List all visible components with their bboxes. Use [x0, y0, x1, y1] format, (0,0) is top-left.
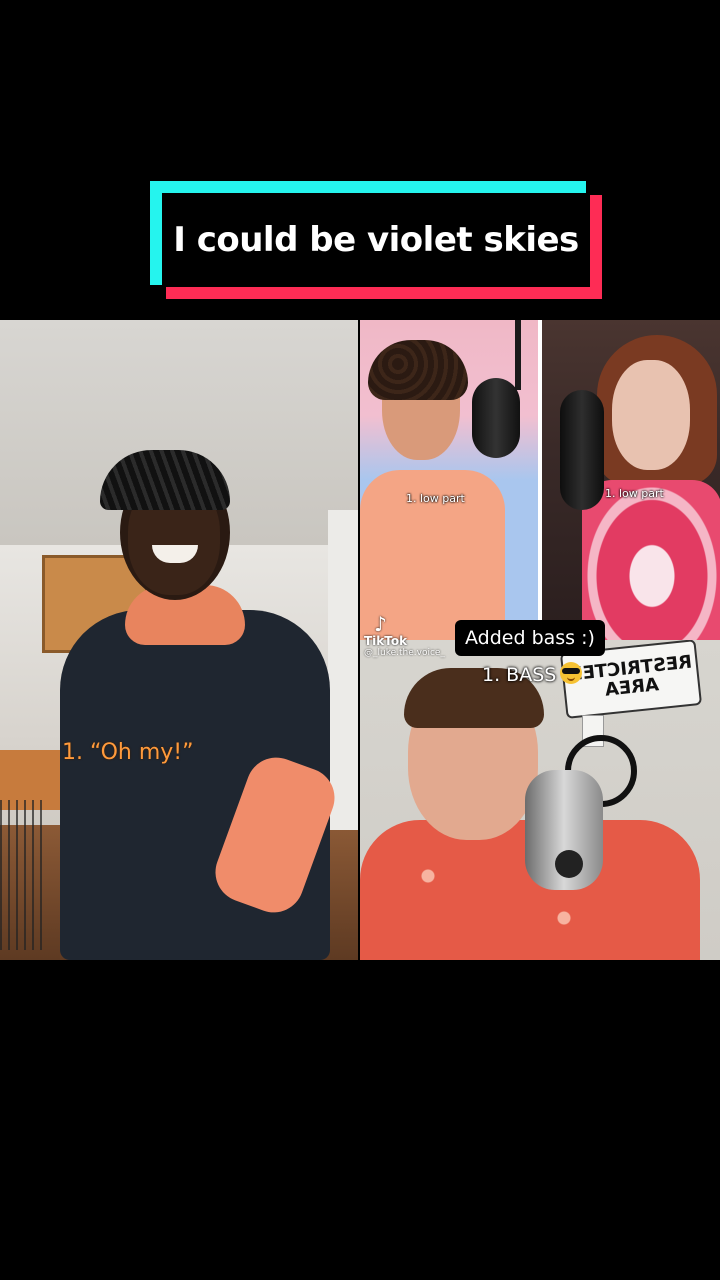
tiktok-brand: TikTok — [364, 634, 408, 648]
video-tile-mid-top[interactable]: 1. low part — [360, 320, 540, 640]
creator-handle: @_luke.the.voice_ — [364, 648, 445, 658]
person-dress — [582, 480, 720, 640]
video-grid[interactable]: 1. “Oh my!” 1. low part 1. low part REST… — [0, 320, 720, 960]
caption-oh-my: 1. “Oh my!” — [62, 740, 194, 765]
sign-text: RESTRICTED AREA — [566, 651, 694, 701]
microphone-grill — [555, 850, 583, 878]
bass-caption: 1. BASS — [482, 662, 583, 686]
person-hair — [100, 450, 230, 510]
person-hair — [368, 340, 468, 400]
video-tile-right-top[interactable]: 1. low part — [542, 320, 720, 640]
microphone-icon — [472, 378, 520, 458]
title-box: I could be violet skies — [162, 193, 590, 287]
bass-caption-text: 1. BASS — [482, 664, 557, 686]
microphone-icon — [560, 390, 604, 510]
video-tile-bottom-right[interactable]: RESTRICTED AREA — [360, 640, 720, 960]
bubble-text: Added bass :) — [465, 627, 595, 649]
caption-low-part-1: 1. low part — [406, 492, 465, 505]
cage — [0, 800, 44, 950]
screen: I could be violet skies 1. “Oh my!” 1. l… — [0, 0, 720, 1280]
tiktok-watermark: ♪ TikTok @_luke.the.voice_ — [364, 614, 445, 658]
title-text: I could be violet skies — [173, 220, 579, 260]
added-bass-bubble: Added bass :) — [455, 620, 605, 656]
caption-low-part-2: 1. low part — [605, 487, 664, 500]
title-caption: I could be violet skies — [150, 181, 602, 299]
sunglasses-emoji-icon — [560, 662, 583, 684]
tiktok-logo-icon: ♪ — [374, 612, 387, 636]
person-head — [612, 360, 690, 470]
doorframe — [328, 510, 358, 830]
mic-stand — [515, 320, 521, 390]
video-tile-left[interactable]: 1. “Oh my!” — [0, 320, 358, 960]
